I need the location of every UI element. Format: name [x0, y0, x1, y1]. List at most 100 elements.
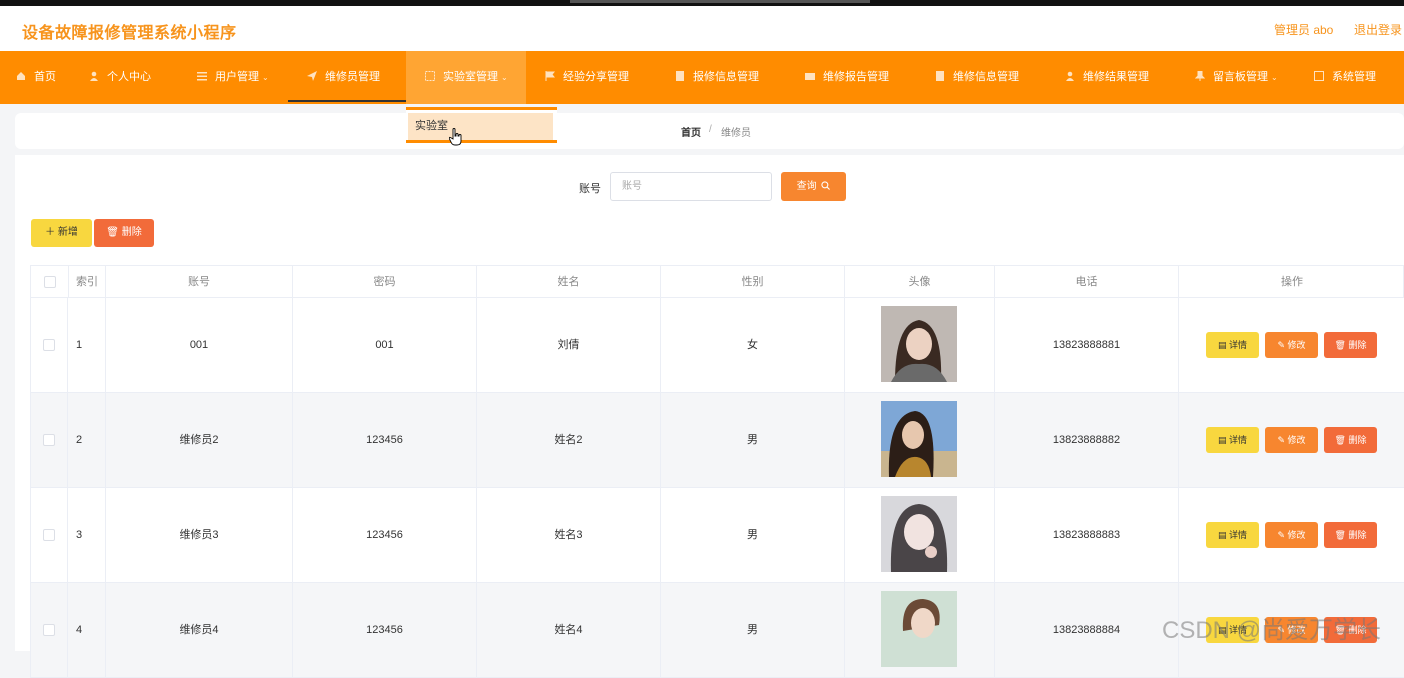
nav-item-experience[interactable]: 经验分享管理: [545, 51, 629, 104]
nav-label: 报修信息管理: [693, 71, 759, 83]
nav-item-message-board[interactable]: 留言板管理 ⌄: [1195, 51, 1278, 104]
nav-item-home[interactable]: 首页: [16, 51, 56, 104]
cell-avatar: [845, 488, 995, 583]
row-checkbox[interactable]: [43, 529, 55, 542]
cell-account: 001: [106, 298, 293, 393]
select-all-cell: [31, 266, 69, 299]
row-checkbox[interactable]: [43, 434, 55, 447]
edit-button[interactable]: ✎ 修改: [1265, 522, 1318, 548]
chevron-down-icon: ⌄: [501, 73, 508, 82]
cell-actions: ▤ 详情 ✎ 修改 🗑 删除: [1179, 393, 1404, 488]
cell-password: 123456: [293, 393, 477, 488]
nav-item-repair-report[interactable]: 维修报告管理: [805, 51, 889, 104]
add-button[interactable]: ＋ 新增: [31, 219, 92, 247]
row-select-cell: [31, 298, 68, 393]
cell-avatar: [845, 393, 995, 488]
detail-button[interactable]: ▤ 详情: [1206, 522, 1259, 548]
avatar-image: [881, 306, 957, 382]
delete-button[interactable]: 🗑 删除: [1324, 427, 1377, 453]
cell-name: 姓名2: [477, 393, 661, 488]
trash-icon: 🗑: [106, 227, 122, 238]
detail-button[interactable]: ▤ 详情: [1206, 332, 1259, 358]
list-icon: [197, 72, 207, 81]
search-button-label: 查询: [796, 181, 817, 192]
cell-name: 姓名3: [477, 488, 661, 583]
watermark: CSDN @尚爱万学长: [1162, 617, 1382, 644]
cell-phone: 13823888881: [995, 298, 1179, 393]
table-row: 3 维修员3 123456 姓名3 男 13823888883 ▤ 详情 ✎ 修…: [30, 488, 1404, 583]
doc-icon: [676, 71, 684, 81]
delete-button[interactable]: 🗑 删除: [1324, 522, 1377, 548]
flag-icon: [545, 71, 555, 81]
nav-item-system[interactable]: 系统管理: [1314, 51, 1376, 104]
dropdown-item-lab[interactable]: 实验室: [408, 113, 553, 140]
cell-gender: 男: [661, 583, 845, 678]
hand-cursor-icon: [449, 128, 462, 146]
breadcrumb: 首页 / 维修员: [15, 113, 1404, 149]
cell-avatar: [845, 298, 995, 393]
nav-item-repair-result[interactable]: 维修结果管理: [1065, 51, 1149, 104]
nav-item-lab[interactable]: 实验室管理 ⌄: [406, 51, 526, 104]
cell-account: 维修员3: [106, 488, 293, 583]
pin-icon: [1195, 71, 1205, 81]
col-actions: 操作: [1281, 276, 1303, 288]
search-icon: [821, 181, 831, 190]
nav-item-profile[interactable]: 个人中心: [89, 51, 151, 104]
nav-label: 首页: [34, 71, 56, 83]
row-checkbox[interactable]: [43, 624, 55, 637]
batch-delete-button[interactable]: 🗑 删除: [94, 219, 154, 247]
edit-button[interactable]: ✎ 修改: [1265, 332, 1318, 358]
nav-label: 留言板管理: [1213, 71, 1268, 83]
avatar-image: [881, 591, 957, 667]
cell-index: 2: [68, 393, 106, 488]
cell-index: 4: [68, 583, 106, 678]
user-icon: [90, 71, 98, 81]
nav-item-repair-info[interactable]: 报修信息管理: [675, 51, 759, 104]
account-search-input[interactable]: 账号: [610, 172, 772, 201]
cell-password: 001: [293, 298, 477, 393]
cell-index: 1: [68, 298, 106, 393]
cell-gender: 男: [661, 488, 845, 583]
table-row: 2 维修员2 123456 姓名2 男 13823888882 ▤ 详情 ✎ 修…: [30, 393, 1404, 488]
edit-label: 修改: [1287, 530, 1306, 540]
avatar-image: [881, 401, 957, 477]
col-avatar: 头像: [845, 266, 995, 299]
cell-avatar: [845, 583, 995, 678]
cell-account: 维修员2: [106, 393, 293, 488]
nav-item-users[interactable]: 用户管理 ⌄: [197, 51, 269, 104]
edit-button[interactable]: ✎ 修改: [1265, 427, 1318, 453]
add-button-label: 新增: [57, 227, 78, 238]
grid-icon: [425, 71, 435, 81]
col-index: 索引: [69, 266, 106, 299]
user-icon: [1066, 71, 1074, 81]
nav-label: 用户管理: [215, 71, 259, 83]
delete-label: 删除: [1348, 340, 1367, 350]
search-label: 账号: [579, 183, 601, 195]
nav-label: 系统管理: [1332, 71, 1376, 83]
mail-icon: [805, 73, 815, 80]
logout-link[interactable]: 退出登录: [1354, 21, 1402, 38]
cell-phone: 13823888882: [995, 393, 1179, 488]
detail-button[interactable]: ▤ 详情: [1206, 427, 1259, 453]
col-account: 账号: [106, 266, 293, 299]
cell-actions: ▤ 详情 ✎ 修改 🗑 删除: [1179, 488, 1404, 583]
search-button[interactable]: 查询: [781, 172, 846, 201]
breadcrumb-separator: /: [709, 124, 712, 135]
delete-label: 删除: [1348, 530, 1367, 540]
app-header: 设备故障报修管理系统小程序 管理员 abo 退出登录: [0, 6, 1404, 51]
row-checkbox[interactable]: [43, 339, 55, 352]
row-select-cell: [31, 583, 68, 678]
cell-gender: 女: [661, 298, 845, 393]
nav-item-repairman[interactable]: 维修员管理: [288, 51, 406, 102]
select-all-checkbox[interactable]: [43, 276, 56, 289]
nav-label: 维修员管理: [325, 71, 380, 83]
current-user[interactable]: 管理员 abo: [1274, 21, 1333, 38]
row-select-cell: [31, 488, 68, 583]
nav-item-maintenance-info[interactable]: 维修信息管理: [935, 51, 1019, 104]
delete-button[interactable]: 🗑 删除: [1324, 332, 1377, 358]
detail-label: 详情: [1229, 435, 1248, 445]
nav-label: 维修信息管理: [953, 71, 1019, 83]
breadcrumb-home[interactable]: 首页: [681, 124, 701, 139]
col-gender: 性别: [661, 266, 845, 299]
table-header: 索引 账号 密码 姓名 性别 头像 电话 操作: [30, 265, 1404, 299]
